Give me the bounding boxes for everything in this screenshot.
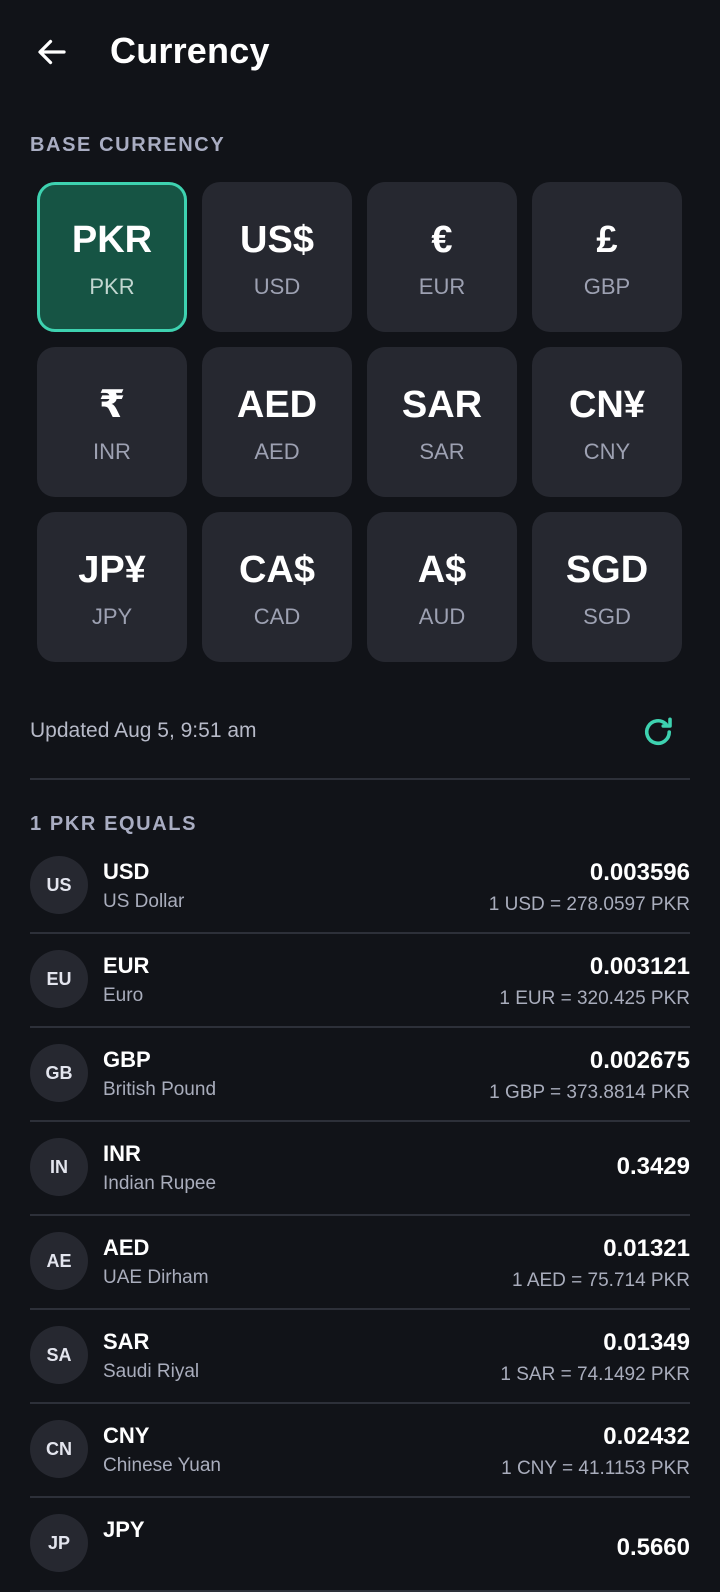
back-button[interactable]	[24, 24, 80, 80]
tile-symbol: £	[596, 219, 618, 261]
tile-symbol: CA$	[238, 549, 316, 591]
tile-code: GBP	[583, 274, 631, 299]
updated-row: Updated Aug 5, 9:51 am	[30, 700, 690, 764]
currency-tile-inr[interactable]: ₹ INR	[37, 347, 187, 497]
rate-row-gbp[interactable]: GB GBP British Pound 0.002675 1 GBP = 37…	[30, 1028, 690, 1122]
currency-tile-usd[interactable]: US$ USD	[202, 182, 352, 332]
row-currency-code: INR	[103, 1141, 141, 1166]
row-rate-value: 0.3429	[616, 1153, 690, 1180]
rate-row-cny[interactable]: CN CNY Chinese Yuan 0.02432 1 CNY = 41.1…	[30, 1404, 690, 1498]
flag-avatar: US	[30, 856, 88, 914]
currency-tile-aud[interactable]: A$ AUD	[367, 512, 517, 662]
rate-list: US USD US Dollar 0.003596 1 USD = 278.05…	[30, 840, 690, 1592]
rate-row-sar[interactable]: SA SAR Saudi Riyal 0.01349 1 SAR = 74.14…	[30, 1310, 690, 1404]
row-currency-name: Euro	[103, 985, 144, 1006]
currency-tile-pkr[interactable]: PKR PKR	[37, 182, 187, 332]
flag-avatar: IN	[30, 1138, 88, 1196]
currency-tile-cad[interactable]: CA$ CAD	[202, 512, 352, 662]
row-rate-value: 0.003596	[589, 859, 690, 886]
row-inverse-rate: 1 EUR = 320.425 PKR	[499, 988, 690, 1009]
tile-code: AED	[254, 439, 300, 464]
row-currency-code: SAR	[103, 1329, 150, 1354]
row-currency-code: GBP	[103, 1047, 151, 1072]
rate-row-eur[interactable]: EU EUR Euro 0.003121 1 EUR = 320.425 PKR	[30, 934, 690, 1028]
tile-symbol: JP¥	[78, 549, 146, 591]
flag-avatar: SA	[30, 1326, 88, 1384]
currency-tile-gbp[interactable]: £ GBP	[532, 182, 682, 332]
tile-code: USD	[253, 274, 301, 299]
tile-code: SGD	[583, 604, 631, 629]
tile-symbol: SAR	[401, 384, 483, 426]
currency-tile-sgd[interactable]: SGD SGD	[532, 512, 682, 662]
row-currency-name: British Pound	[103, 1079, 217, 1100]
tile-symbol: PKR	[71, 219, 153, 261]
rate-row-jpy[interactable]: JP JPY 0.5660	[30, 1498, 690, 1592]
tile-code: PKR	[89, 274, 135, 299]
tile-code: CNY	[583, 439, 631, 464]
tile-symbol: SGD	[565, 549, 649, 591]
refresh-button[interactable]	[638, 712, 678, 752]
row-currency-name: US Dollar	[103, 891, 185, 912]
rates-section-label: 1 PKR EQUALS	[30, 813, 198, 835]
flag-avatar: JP	[30, 1514, 88, 1572]
row-rate-value: 0.01349	[603, 1329, 690, 1356]
divider	[30, 778, 690, 780]
row-inverse-rate: 1 GBP = 373.8814 PKR	[489, 1082, 690, 1103]
arrow-left-icon	[38, 39, 66, 65]
row-inverse-rate: 1 SAR = 74.1492 PKR	[500, 1364, 690, 1385]
flag-avatar: CN	[30, 1420, 88, 1478]
row-rate-value: 0.003121	[589, 953, 690, 980]
tile-symbol: A$	[417, 549, 467, 591]
row-currency-code: USD	[103, 859, 150, 884]
last-updated-text: Updated Aug 5, 9:51 am	[30, 719, 257, 742]
row-inverse-rate: 1 AED = 75.714 PKR	[512, 1270, 690, 1291]
tile-code: INR	[93, 439, 131, 464]
currency-tile-sar[interactable]: SAR SAR	[367, 347, 517, 497]
row-inverse-rate: 1 CNY = 41.1153 PKR	[501, 1458, 690, 1479]
rate-row-usd[interactable]: US USD US Dollar 0.003596 1 USD = 278.05…	[30, 840, 690, 934]
flag-avatar: EU	[30, 950, 88, 1008]
row-currency-code: JPY	[103, 1517, 145, 1542]
tile-code: JPY	[91, 604, 133, 629]
currency-tile-eur[interactable]: € EUR	[367, 182, 517, 332]
tile-symbol: US$	[240, 219, 314, 261]
tile-code: EUR	[418, 274, 466, 299]
tile-symbol: ₹	[98, 384, 126, 426]
tile-symbol: €	[431, 219, 453, 261]
app-bar: Currency	[0, 0, 720, 104]
currency-tile-jpy[interactable]: JP¥ JPY	[37, 512, 187, 662]
currency-tile-aed[interactable]: AED AED	[202, 347, 352, 497]
tile-code: SAR	[419, 439, 465, 464]
row-currency-code: EUR	[103, 953, 150, 978]
flag-avatar: GB	[30, 1044, 88, 1102]
tile-code: CAD	[253, 604, 301, 629]
rate-row-inr[interactable]: IN INR Indian Rupee 0.3429	[30, 1122, 690, 1216]
tile-code: AUD	[418, 604, 466, 629]
row-currency-name: UAE Dirham	[103, 1267, 209, 1288]
base-currency-label: BASE CURRENCY	[30, 134, 226, 156]
flag-avatar: AE	[30, 1232, 88, 1290]
row-currency-name: Indian Rupee	[103, 1173, 217, 1194]
row-inverse-rate: 1 USD = 278.0597 PKR	[488, 894, 690, 915]
row-currency-name: Saudi Riyal	[103, 1361, 200, 1382]
refresh-icon	[644, 717, 672, 746]
page-title: Currency	[110, 30, 270, 71]
row-rate-value: 0.01321	[603, 1235, 690, 1262]
tile-symbol: AED	[236, 384, 318, 426]
currency-tile-cny[interactable]: CN¥ CNY	[532, 347, 682, 497]
tile-symbol: CN¥	[568, 384, 646, 426]
row-rate-value: 0.02432	[603, 1423, 690, 1450]
rate-row-aed[interactable]: AE AED UAE Dirham 0.01321 1 AED = 75.714…	[30, 1216, 690, 1310]
row-currency-code: CNY	[103, 1423, 150, 1448]
row-rate-value: 0.5660	[616, 1534, 690, 1561]
row-rate-value: 0.002675	[589, 1047, 690, 1074]
base-currency-grid: PKR PKR US$ USD € EUR £ GBP ₹ INR AED AE…	[37, 182, 683, 662]
row-currency-name: Chinese Yuan	[103, 1455, 221, 1476]
row-currency-code: AED	[103, 1235, 150, 1260]
